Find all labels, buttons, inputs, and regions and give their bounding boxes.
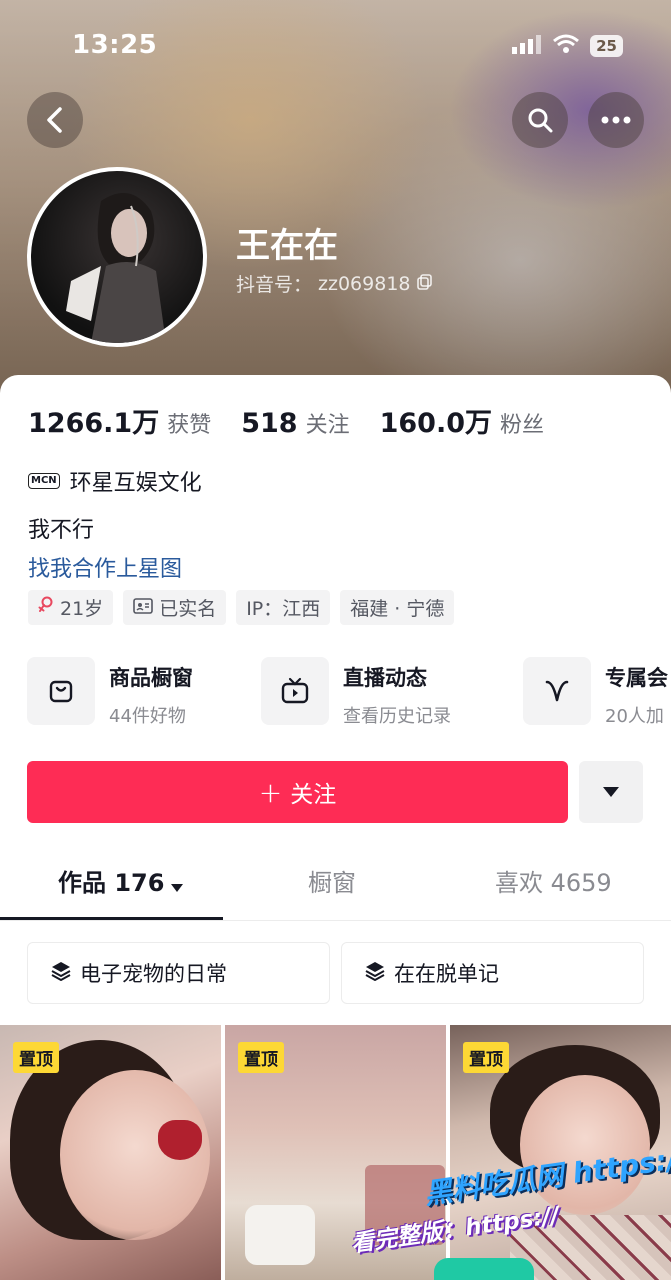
feature-title: 直播动态	[343, 666, 427, 690]
id-card-icon	[133, 597, 153, 619]
feature-shortcuts: 商品橱窗 44件好物 直播动态 查看历史记录 专属会 20人加	[27, 657, 671, 729]
feature-shop-window[interactable]: 商品橱窗 44件好物	[27, 657, 193, 728]
recommend-dropdown-button[interactable]	[579, 761, 643, 823]
profile-bio: 我不行	[28, 518, 95, 543]
stat-value: 518	[241, 408, 298, 439]
avatar[interactable]	[27, 167, 207, 347]
battery-indicator: 25	[590, 35, 623, 57]
status-icons: 25	[512, 34, 623, 58]
chevron-left-icon	[44, 106, 66, 134]
feature-exclusive-membership[interactable]: 专属会 20人加	[523, 657, 668, 728]
follow-label: 关注	[290, 782, 337, 808]
search-button[interactable]	[512, 92, 568, 148]
feature-subtitle: 查看历史记录	[343, 706, 451, 727]
feature-subtitle: 20人加	[605, 706, 664, 727]
tag-location: 福建 · 宁德	[340, 590, 455, 625]
profile-stats: 1266.1万 获赞 518 关注 160.0万 粉丝	[28, 401, 544, 440]
watermark-bar	[434, 1258, 534, 1280]
tv-icon	[261, 657, 329, 725]
wifi-icon	[552, 34, 580, 58]
profile-name: 王在在	[236, 226, 338, 266]
tab-label: 橱窗	[308, 869, 356, 897]
pinned-badge: 置顶	[463, 1042, 509, 1073]
stat-value: 1266.1万	[28, 408, 160, 439]
active-tab-indicator	[0, 917, 223, 920]
tag-text: 已实名	[159, 598, 217, 620]
status-bar: 13:25 25	[0, 28, 671, 64]
thumbnail-object	[245, 1205, 315, 1265]
stat-label: 粉丝	[500, 413, 545, 438]
content-tabs: 作品 176 橱窗 喜欢 4659	[0, 863, 671, 921]
tab-works[interactable]: 作品 176	[58, 863, 184, 921]
tag-age: 21岁	[28, 590, 114, 625]
collection-label: 电子宠物的日常	[80, 962, 227, 986]
douyin-id[interactable]: 抖音号： zz069818	[236, 270, 433, 297]
stat-followers[interactable]: 160.0万 粉丝	[380, 401, 544, 440]
pinned-badge: 置顶	[13, 1042, 59, 1073]
video-thumbnail[interactable]: 置顶	[0, 1025, 221, 1280]
tab-label: 作品 176	[58, 869, 165, 897]
profile-tags: 21岁 已实名 IP：江西 福建 · 宁德	[28, 590, 455, 625]
stat-value: 160.0万	[379, 408, 493, 439]
stat-likes[interactable]: 1266.1万 获赞	[28, 401, 211, 440]
mcn-organization[interactable]: MCN 环星互娱文化	[28, 465, 202, 497]
shopping-bag-icon	[27, 657, 95, 725]
feature-title: 商品橱窗	[109, 666, 193, 690]
stat-label: 关注	[305, 413, 350, 438]
caret-down-icon	[170, 871, 184, 899]
tag-ip: IP：江西	[236, 590, 331, 625]
collection-dating-diary[interactable]: 在在脱单记	[341, 942, 644, 1004]
signal-icon	[512, 34, 542, 58]
collection-electronic-pet[interactable]: 电子宠物的日常	[27, 942, 330, 1004]
more-button[interactable]	[588, 92, 644, 148]
douyin-id-label: 抖音号：	[236, 274, 313, 296]
feature-title: 专属会	[605, 666, 668, 690]
tab-label: 喜欢 4659	[495, 869, 612, 897]
tag-text: 福建 · 宁德	[350, 598, 445, 620]
layers-icon	[50, 960, 72, 987]
tag-text: 21岁	[60, 598, 104, 620]
status-time: 13:25	[72, 30, 158, 60]
tag-verified: 已实名	[123, 590, 227, 625]
layers-icon	[364, 960, 386, 987]
stat-label: 获赞	[167, 413, 212, 438]
search-icon	[526, 106, 554, 134]
tag-text: IP：江西	[246, 598, 321, 620]
plus-icon: +	[258, 775, 283, 809]
watermark: 黑料吃瓜网 https://hlcgw35.com 看完整版：https://	[350, 1112, 671, 1280]
feature-subtitle: 44件好物	[109, 706, 186, 727]
feature-live-history[interactable]: 直播动态 查看历史记录	[261, 657, 451, 728]
copy-icon[interactable]	[416, 273, 433, 295]
thumbnail-detail	[158, 1120, 202, 1160]
more-dots-icon	[601, 116, 631, 124]
collection-label: 在在脱单记	[394, 962, 499, 986]
stat-following[interactable]: 518 关注	[241, 407, 349, 439]
cooperation-link[interactable]: 找我合作上星图	[28, 551, 182, 583]
tab-likes[interactable]: 喜欢 4659	[495, 863, 612, 921]
pinned-badge: 置顶	[238, 1042, 284, 1073]
female-icon	[38, 596, 54, 619]
tab-shop-window[interactable]: 橱窗	[308, 863, 356, 921]
mcn-name: 环星互娱文化	[69, 471, 202, 496]
caret-down-icon	[602, 783, 620, 802]
mcn-badge-icon: MCN	[28, 473, 60, 489]
back-button[interactable]	[27, 92, 83, 148]
collections-row: 电子宠物的日常 在在脱单记	[27, 942, 644, 1004]
follow-button[interactable]: + 关注	[27, 761, 568, 823]
douyin-id-value: zz069818	[318, 272, 411, 295]
v-badge-icon	[523, 657, 591, 725]
